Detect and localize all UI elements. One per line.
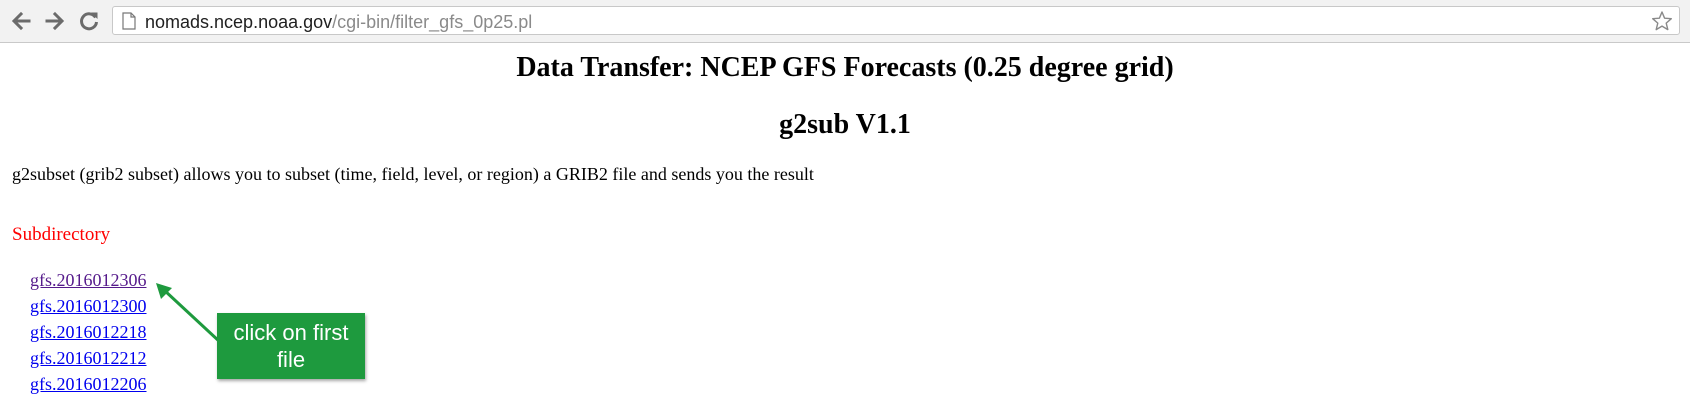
address-bar[interactable]: nomads.ncep.noaa.gov/cgi-bin/filter_gfs_… — [112, 6, 1680, 35]
url-path: /cgi-bin/filter_gfs_0p25.pl — [332, 12, 533, 32]
reload-icon — [80, 12, 98, 31]
reload-button[interactable] — [76, 8, 102, 34]
url-host: nomads.ncep.noaa.gov — [145, 12, 333, 32]
subdirectory-heading: Subdirectory — [12, 224, 111, 245]
list-item: gfs.2016012218 — [30, 319, 147, 345]
callout-box: click on first file — [217, 313, 365, 379]
page-subtitle: g2sub V1.1 — [779, 109, 911, 140]
back-button[interactable] — [8, 8, 34, 34]
back-arrow-icon — [11, 11, 31, 31]
forward-arrow-icon — [45, 11, 65, 31]
file-link-gfs-2016012306[interactable]: gfs.2016012306 — [30, 270, 147, 290]
file-link-gfs-2016012218[interactable]: gfs.2016012218 — [30, 322, 147, 342]
file-link-gfs-2016012212[interactable]: gfs.2016012212 — [30, 348, 147, 368]
callout-line-1: click on first — [233, 320, 349, 345]
bookmark-star-icon[interactable] — [1651, 10, 1673, 32]
browser-toolbar: nomads.ncep.noaa.gov/cgi-bin/filter_gfs_… — [0, 0, 1690, 43]
file-link-gfs-2016012206[interactable]: gfs.2016012206 — [30, 374, 147, 394]
forward-button[interactable] — [42, 8, 68, 34]
page-icon — [122, 12, 136, 30]
page-title: Data Transfer: NCEP GFS Forecasts (0.25 … — [516, 52, 1174, 83]
callout-line-2: file — [276, 347, 306, 372]
list-item: gfs.2016012206 — [30, 371, 147, 397]
file-link-gfs-2016012300[interactable]: gfs.2016012300 — [30, 296, 147, 316]
list-item: gfs.2016012212 — [30, 345, 147, 371]
file-list: gfs.2016012306 gfs.2016012300 gfs.201601… — [30, 267, 147, 397]
url-text: nomads.ncep.noaa.gov/cgi-bin/filter_gfs_… — [145, 12, 532, 33]
intro-text: g2subset (grib2 subset) allows you to su… — [12, 164, 814, 184]
list-item: gfs.2016012306 — [30, 267, 147, 293]
list-item: gfs.2016012300 — [30, 293, 147, 319]
